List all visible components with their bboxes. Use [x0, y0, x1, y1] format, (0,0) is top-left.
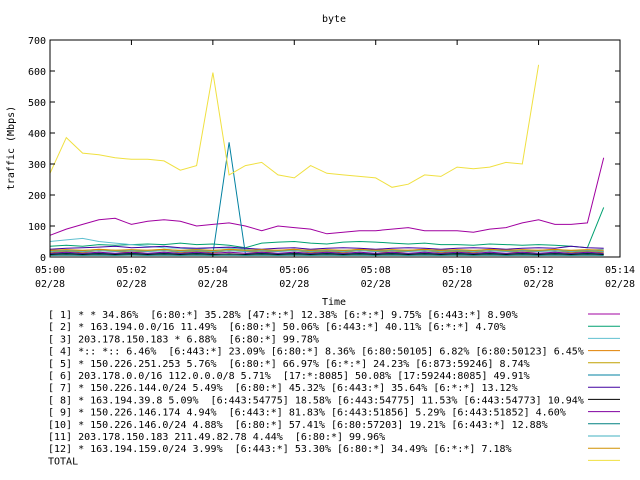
y-tick-label: 400: [28, 129, 46, 140]
chart-title: byte: [322, 14, 346, 25]
x-tick-label-time: 05:08: [361, 265, 391, 276]
y-tick-label: 200: [28, 191, 46, 202]
series-line-7: [49, 245, 604, 250]
x-tick-label-date: 02/28: [116, 279, 146, 290]
series-line-1: [49, 157, 605, 236]
x-tick-label-time: 05:00: [35, 265, 65, 276]
x-tick-label-date: 02/28: [524, 279, 554, 290]
x-tick-label-time: 05:12: [524, 265, 554, 276]
y-tick-label: 0: [40, 253, 46, 264]
plot-frame: [49, 39, 621, 258]
y-tick-label: 300: [28, 160, 46, 171]
series-line-2: [49, 207, 605, 249]
series-layer: [49, 64, 605, 256]
legend: [ 1] * * 34.86% [6:80:*] 35.28% [47:*:*]…: [48, 310, 620, 467]
y-tick-label: 600: [28, 67, 46, 78]
legend-label: [11] 203.178.150.183 211.49.82.78 4.44% …: [48, 432, 385, 443]
y-tick-label: 700: [28, 36, 46, 47]
legend-label: [ 7] * 150.226.144.0/24 5.49% [6:80:*] 4…: [48, 383, 518, 394]
legend-label: [ 2] * 163.194.0.0/16 11.49% [6:80:*] 50…: [48, 322, 506, 333]
x-tick-label-date: 02/28: [442, 279, 472, 290]
x-axis-label: Time: [322, 297, 346, 308]
x-tick-label-date: 02/28: [35, 279, 65, 290]
traffic-chart: byte traffic (Mbps) Time 0 100 200 300 400 50…: [6, 14, 635, 467]
legend-label: [ 4] *:: *:: 6.46% [6:443:*] 23.09% [6:8…: [48, 347, 584, 358]
x-tick-label-time: 05:10: [442, 265, 472, 276]
x-tick-label-time: 05:02: [116, 265, 146, 276]
legend-label: [ 3] 203.178.150.183 * 6.88% [6:80:*] 99…: [48, 334, 319, 345]
x-tick-label-date: 02/28: [279, 279, 309, 290]
x-tick-label-date: 02/28: [198, 279, 228, 290]
legend-label: [10] * 150.226.146.0/24 4.88% [6:80:*] 5…: [48, 420, 548, 431]
series-line-8: [49, 253, 604, 256]
legend-label: [ 6] 203.178.0.0/16 112.0.0.0/8 5.71% [1…: [48, 371, 530, 382]
legend-label: [ 8] * 163.194.39.8 5.09% [6:443:54775] …: [48, 395, 584, 406]
x-tick-label-date: 02/28: [605, 279, 635, 290]
y-tick-label: 100: [28, 222, 46, 233]
legend-label: TOTAL: [48, 456, 78, 467]
x-tick-label-time: 05:14: [605, 265, 635, 276]
y-axis-label: traffic (Mbps): [6, 106, 17, 190]
legend-label: [12] * 163.194.159.0/24 3.99% [6:443:*] …: [48, 444, 512, 455]
x-tick-label-time: 05:04: [198, 265, 228, 276]
legend-label: [ 5] * 150.226.251.253 5.76% [6:80:*] 66…: [48, 359, 530, 370]
y-tick-label: 500: [28, 98, 46, 109]
legend-label: [ 9] * 150.226.146.174 4.94% [6:443:*] 8…: [48, 408, 566, 419]
legend-label: [ 1] * * 34.86% [6:80:*] 35.28% [47:*:*]…: [48, 310, 518, 321]
x-tick-label-time: 05:06: [279, 265, 309, 276]
series-line-13: [49, 64, 540, 188]
x-tick-label-date: 02/28: [361, 279, 391, 290]
